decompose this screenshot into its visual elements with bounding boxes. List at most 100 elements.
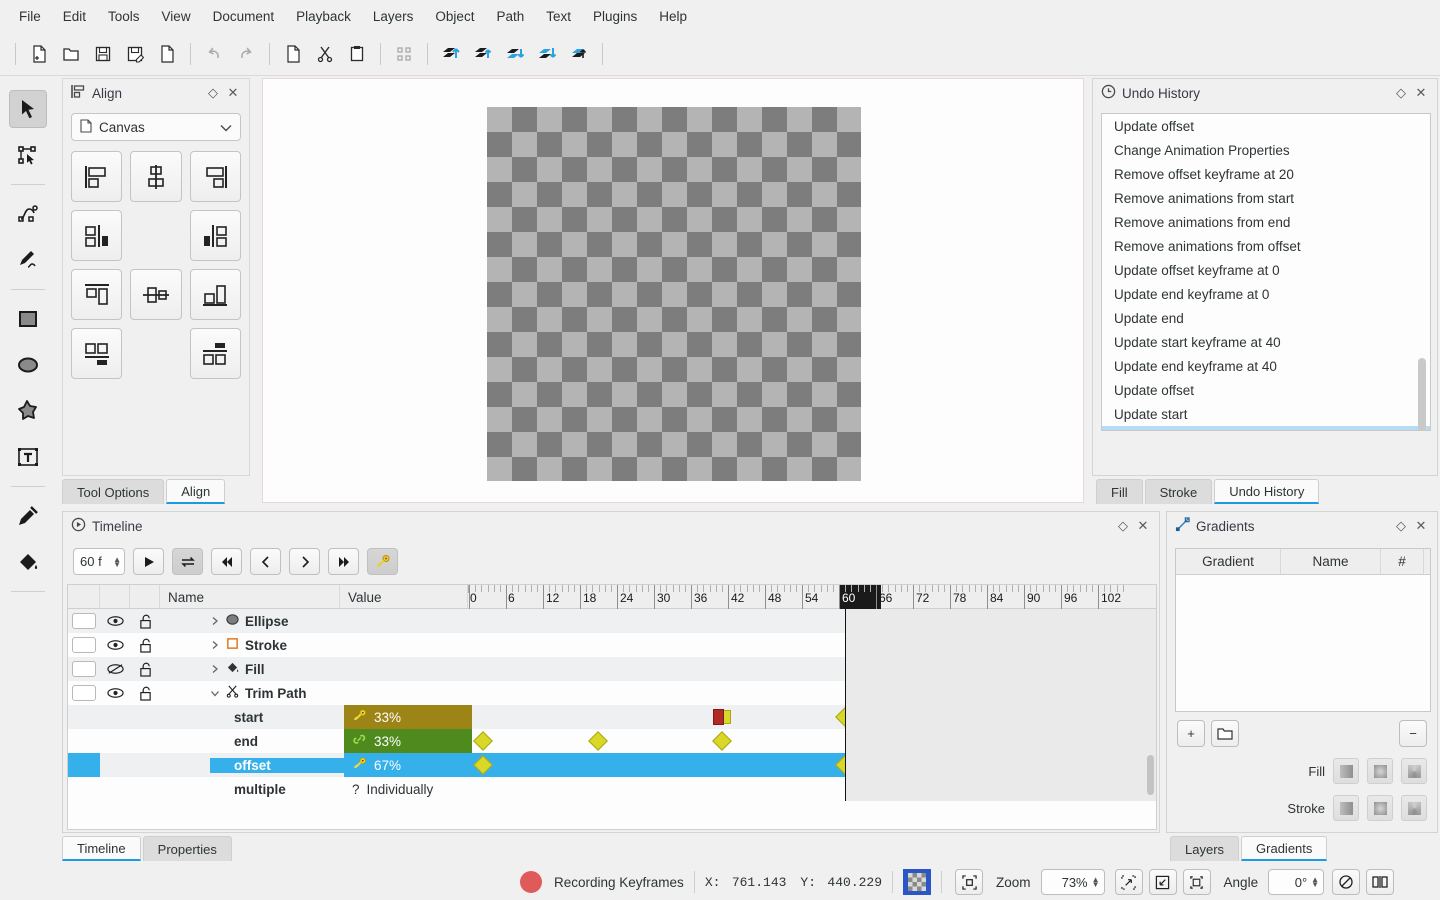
- undo-list-item[interactable]: Update start keyframe at 40: [1102, 330, 1430, 354]
- align-right-icon[interactable]: [189, 151, 241, 202]
- property-name[interactable]: start: [210, 710, 344, 725]
- undo-list-item[interactable]: Remove offset keyframe at 20: [1102, 162, 1430, 186]
- menu-item-edit[interactable]: Edit: [52, 5, 97, 28]
- column-header-gradient[interactable]: Gradient: [1176, 549, 1281, 574]
- radial-gradient-swatch[interactable]: [1367, 758, 1393, 784]
- undo-list-item[interactable]: Update offset: [1102, 114, 1430, 138]
- record-keyframes-button[interactable]: [367, 548, 398, 575]
- row-select-checkbox-cell[interactable]: [68, 633, 100, 657]
- raise-to-top-icon[interactable]: [436, 39, 466, 69]
- fit-selection-alt-icon[interactable]: [1182, 869, 1211, 895]
- flip-icon[interactable]: [1332, 869, 1361, 895]
- tab-layers[interactable]: Layers: [1170, 836, 1240, 861]
- align-left-icon[interactable]: [71, 151, 123, 202]
- text-icon[interactable]: [9, 438, 47, 476]
- float-panel-icon[interactable]: ◇: [1113, 516, 1133, 536]
- layer-name-cell[interactable]: Stroke: [210, 637, 344, 653]
- keyframe-marker[interactable]: [588, 731, 608, 751]
- undo-list-item-selected[interactable]: Update offset: [1102, 426, 1430, 430]
- chevron-right-icon[interactable]: [210, 638, 220, 653]
- row-select-checkbox-cell[interactable]: [68, 657, 100, 681]
- visibility-eye-icon[interactable]: [100, 639, 130, 651]
- property-value-end[interactable]: 33%: [344, 729, 472, 753]
- table-row[interactable]: Ellipse: [68, 609, 472, 633]
- tab-tool-options[interactable]: Tool Options: [62, 479, 165, 504]
- layer-value-cell[interactable]: [344, 657, 472, 681]
- tab-align[interactable]: Align: [166, 479, 226, 504]
- fit-selection-icon[interactable]: [955, 869, 984, 895]
- next-keyframe-button[interactable]: [289, 548, 320, 575]
- export-icon[interactable]: [152, 39, 182, 69]
- menu-item-help[interactable]: Help: [648, 5, 698, 28]
- undo-list-item[interactable]: Change Animation Properties: [1102, 138, 1430, 162]
- linear-gradient-swatch[interactable]: [1333, 795, 1359, 821]
- menu-item-file[interactable]: File: [8, 5, 52, 28]
- close-icon[interactable]: ✕: [1411, 516, 1431, 536]
- track-offset[interactable]: [472, 753, 855, 777]
- float-panel-icon[interactable]: ◇: [1391, 83, 1411, 103]
- align-right-to-left-icon[interactable]: [189, 210, 241, 261]
- undo-list-item[interactable]: Update offset keyframe at 0: [1102, 258, 1430, 282]
- lock-open-icon[interactable]: [130, 662, 160, 677]
- freehand-pencil-icon[interactable]: [9, 241, 47, 279]
- close-icon[interactable]: ✕: [1411, 83, 1431, 103]
- undo-list-item[interactable]: Update end: [1102, 306, 1430, 330]
- undo-list-item[interactable]: Update offset: [1102, 378, 1430, 402]
- menu-item-text[interactable]: Text: [535, 5, 582, 28]
- layer-value-cell[interactable]: [344, 681, 472, 705]
- undo-icon[interactable]: [199, 39, 229, 69]
- table-row[interactable]: Trim Path: [68, 681, 472, 705]
- stepper-arrows-icon[interactable]: ▲ ▼: [1092, 876, 1100, 889]
- property-name-selected[interactable]: offset: [210, 757, 344, 773]
- lock-open-icon[interactable]: [130, 686, 160, 701]
- radial-gradient-swatch[interactable]: [1367, 795, 1393, 821]
- row-checkbox[interactable]: [72, 661, 96, 677]
- node-edit-icon[interactable]: [9, 136, 47, 174]
- open-folder-icon[interactable]: [56, 39, 86, 69]
- menu-item-object[interactable]: Object: [424, 5, 485, 28]
- align-vcenter-icon[interactable]: [130, 269, 182, 320]
- undo-history-list[interactable]: Update offset Change Animation Propertie…: [1101, 113, 1431, 431]
- group-move-icon[interactable]: [564, 39, 594, 69]
- playhead-line[interactable]: [844, 609, 846, 801]
- menu-item-path[interactable]: Path: [485, 5, 535, 28]
- layer-name-cell[interactable]: Fill: [210, 661, 344, 677]
- stepper-arrows-icon[interactable]: ▲ ▼: [113, 555, 121, 568]
- align-relative-to-select[interactable]: Canvas: [71, 113, 241, 141]
- tab-timeline[interactable]: Timeline: [62, 836, 141, 861]
- save-icon[interactable]: [88, 39, 118, 69]
- star-icon[interactable]: [9, 392, 47, 430]
- layer-value-cell[interactable]: [344, 633, 472, 657]
- qr-code-icon[interactable]: [389, 39, 419, 69]
- undo-list-item[interactable]: Update end keyframe at 0: [1102, 282, 1430, 306]
- play-button[interactable]: [133, 548, 164, 575]
- add-gradient-button[interactable]: +: [1177, 720, 1205, 747]
- close-icon[interactable]: ✕: [1133, 516, 1153, 536]
- raise-icon[interactable]: [468, 39, 498, 69]
- align-top-icon[interactable]: [71, 269, 123, 320]
- keyframe-marker[interactable]: [473, 755, 493, 775]
- row-checkbox[interactable]: [72, 685, 96, 701]
- chevron-right-icon[interactable]: [210, 614, 220, 629]
- stepper-arrows-icon[interactable]: ▲ ▼: [1311, 876, 1319, 889]
- row-checkbox[interactable]: [72, 613, 96, 629]
- paste-clipboard-icon[interactable]: [342, 39, 372, 69]
- keyframe-half-marker[interactable]: [724, 710, 731, 724]
- float-panel-icon[interactable]: ◇: [1391, 516, 1411, 536]
- close-icon[interactable]: ✕: [223, 83, 243, 103]
- lock-open-icon[interactable]: [130, 638, 160, 653]
- column-header-name[interactable]: Name: [1281, 549, 1381, 574]
- float-panel-icon[interactable]: ◇: [203, 83, 223, 103]
- undo-list-item[interactable]: Remove animations from start: [1102, 186, 1430, 210]
- new-document-icon[interactable]: [24, 39, 54, 69]
- menu-item-plugins[interactable]: Plugins: [582, 5, 648, 28]
- bezier-pen-icon[interactable]: [9, 195, 47, 233]
- menu-item-view[interactable]: View: [151, 5, 202, 28]
- select-arrow-icon[interactable]: [9, 90, 47, 128]
- previous-keyframe-button[interactable]: [250, 548, 281, 575]
- artboard-checkerboard[interactable]: [487, 107, 861, 481]
- jump-to-start-button[interactable]: [211, 548, 242, 575]
- keyframe-marker[interactable]: [712, 731, 732, 751]
- table-row[interactable]: start 33%: [68, 705, 472, 729]
- property-name[interactable]: end: [210, 734, 344, 749]
